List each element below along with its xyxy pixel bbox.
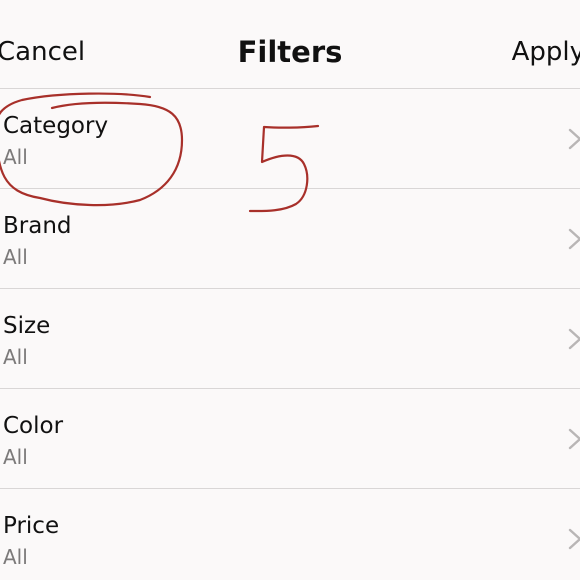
chevron-right-icon	[568, 528, 580, 550]
filter-value: All	[3, 545, 28, 569]
chevron-right-icon	[568, 228, 580, 250]
filter-value: All	[3, 145, 28, 169]
navigation-bar: Cancel Filters Apply	[0, 0, 580, 89]
filter-value: All	[3, 445, 28, 469]
filter-value: All	[3, 245, 28, 269]
chevron-right-icon	[568, 428, 580, 450]
filters-screen: Cancel Filters Apply Category All Brand …	[0, 0, 580, 580]
filter-label: Price	[3, 513, 60, 539]
apply-button[interactable]: Apply	[512, 34, 580, 70]
filter-row-category[interactable]: Category All	[0, 89, 580, 189]
filter-list: Category All Brand All Size All Color Al…	[0, 89, 580, 580]
filter-label: Category	[3, 113, 109, 139]
chevron-right-icon	[568, 128, 580, 150]
filter-label: Size	[3, 313, 51, 339]
filter-row-color[interactable]: Color All	[0, 389, 580, 489]
filter-row-brand[interactable]: Brand All	[0, 189, 580, 289]
page-title: Filters	[237, 35, 343, 69]
filter-label: Brand	[3, 213, 72, 239]
filter-row-price[interactable]: Price All	[0, 489, 580, 580]
chevron-right-icon	[568, 328, 580, 350]
filter-value: All	[3, 345, 28, 369]
filter-row-size[interactable]: Size All	[0, 289, 580, 389]
filter-label: Color	[3, 413, 64, 439]
